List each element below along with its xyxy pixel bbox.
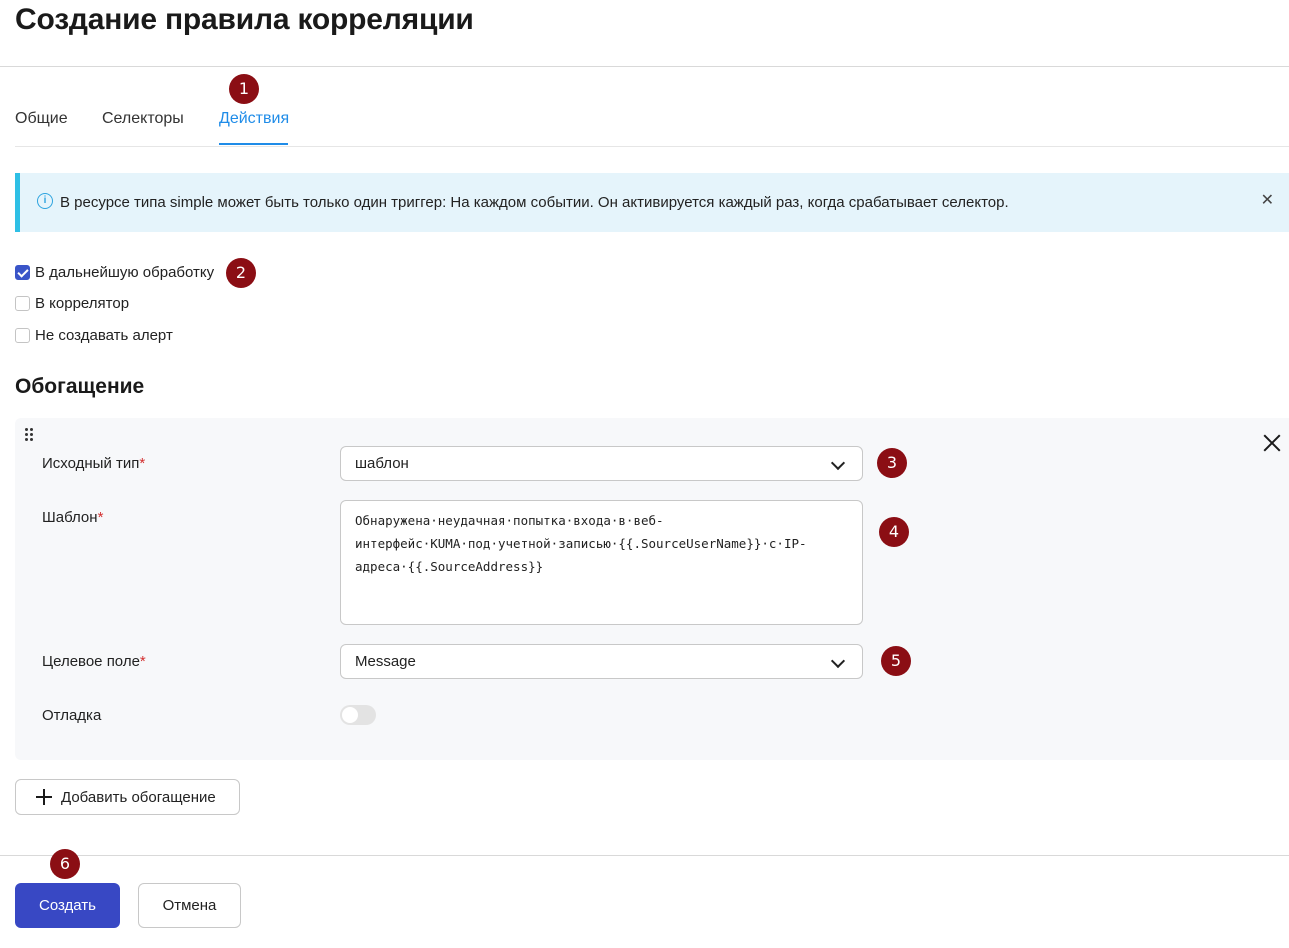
source-type-select[interactable]: шаблон xyxy=(340,446,863,481)
footer-divider xyxy=(0,855,1289,856)
target-field-label: Целевое поле* xyxy=(42,653,146,670)
add-enrichment-label: Добавить обогащение xyxy=(61,789,216,806)
alert-text: В ресурсе типа simple может быть только … xyxy=(60,194,1009,211)
annotation-badge-3: 3 xyxy=(877,448,907,478)
cancel-button[interactable]: Отмена xyxy=(138,883,241,928)
drag-handle-icon[interactable] xyxy=(25,428,35,444)
add-enrichment-button[interactable]: Добавить обогащение xyxy=(15,779,240,815)
source-type-value: шаблон xyxy=(355,455,409,472)
enrichment-section-title: Обогащение xyxy=(15,375,145,398)
plus-icon xyxy=(36,789,52,805)
chevron-down-icon xyxy=(830,653,846,669)
source-type-label: Исходный тип* xyxy=(42,455,146,472)
required-mark: * xyxy=(139,653,146,670)
annotation-badge-5: 5 xyxy=(881,646,911,676)
template-textarea[interactable]: Обнаружена·неудачная·попытка·входа·в·веб… xyxy=(340,500,863,625)
info-icon: i xyxy=(37,193,53,209)
close-icon[interactable]: ✕ xyxy=(1261,190,1274,210)
tab-general[interactable]: Общие xyxy=(15,110,68,128)
required-mark: * xyxy=(97,509,104,526)
header-divider xyxy=(0,66,1289,67)
checkbox-unchecked[interactable] xyxy=(15,328,30,343)
page-title: Создание правила корреляции xyxy=(15,3,474,36)
checkbox-label: В дальнейшую обработку xyxy=(35,264,215,281)
checkbox-unchecked[interactable] xyxy=(15,296,30,311)
create-button[interactable]: Создать xyxy=(15,883,120,928)
annotation-badge-4: 4 xyxy=(879,517,909,547)
enrichment-panel: Исходный тип* шаблон Шаблон* Обнаружена·… xyxy=(15,418,1289,760)
tab-actions[interactable]: Действия xyxy=(219,110,289,128)
annotation-badge-2: 2 xyxy=(226,258,256,288)
active-tab-indicator xyxy=(219,143,288,145)
remove-enrichment-close-icon[interactable] xyxy=(1261,432,1283,454)
required-mark: * xyxy=(139,455,146,472)
checkbox-checked[interactable] xyxy=(15,265,30,280)
target-field-select[interactable]: Message xyxy=(340,644,863,679)
target-field-value: Message xyxy=(355,653,416,670)
tab-bar: Общие Селекторы Действия xyxy=(15,100,1289,147)
annotation-badge-6: 6 xyxy=(50,849,80,879)
checkbox-label: В коррелятор xyxy=(35,295,130,312)
info-alert: i В ресурсе типа simple может быть тольк… xyxy=(15,173,1289,232)
tab-selectors[interactable]: Селекторы xyxy=(102,110,184,128)
debug-label: Отладка xyxy=(42,707,102,724)
checkbox-label: Не создавать алерт xyxy=(35,327,173,344)
debug-toggle[interactable] xyxy=(340,705,376,725)
template-label: Шаблон* xyxy=(42,509,104,526)
chevron-down-icon xyxy=(830,455,846,471)
